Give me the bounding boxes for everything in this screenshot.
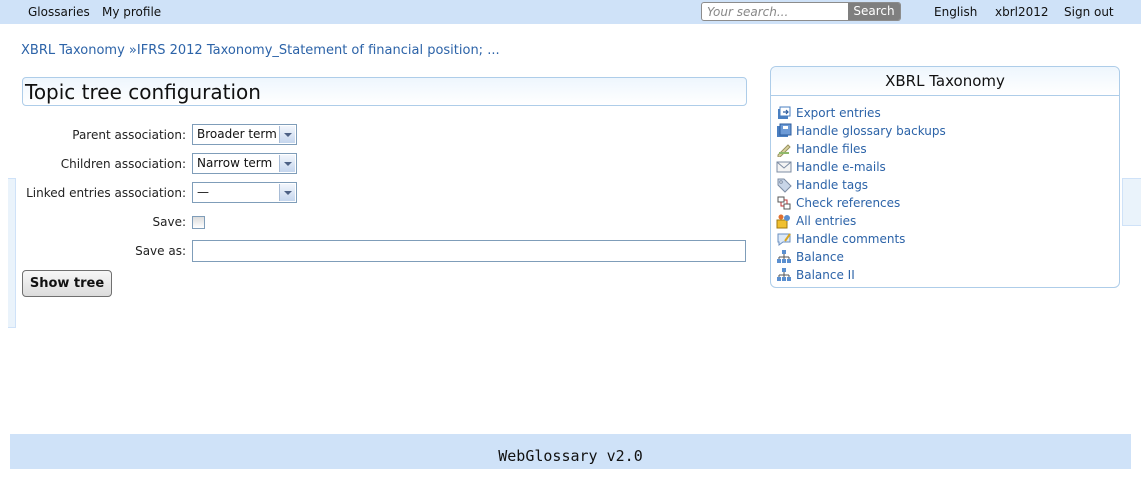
- sidebar-item-label: Handle files: [796, 142, 867, 156]
- nav-glossaries-link[interactable]: Glossaries: [28, 5, 90, 19]
- tree-icon: [777, 250, 791, 263]
- right-edge-strip: [1122, 178, 1141, 226]
- parent-association-label: Parent association:: [72, 128, 186, 142]
- sign-out-link[interactable]: Sign out: [1064, 5, 1114, 19]
- breadcrumb-current-link[interactable]: IFRS 2012 Taxonomy_Statement of financia…: [137, 43, 500, 58]
- save-label: Save:: [152, 215, 187, 229]
- page-title-box: Topic tree configuration: [22, 77, 747, 106]
- chevron-down-icon: [279, 126, 295, 143]
- sidebar-item-label: Export entries: [796, 106, 881, 120]
- nav-my-profile-link[interactable]: My profile: [102, 5, 161, 19]
- save-as-label: Save as:: [135, 244, 186, 258]
- files-icon: [777, 144, 791, 157]
- breadcrumb-separator: »: [124, 43, 137, 58]
- references-icon: [777, 196, 791, 210]
- linked-entries-association-label: Linked entries association:: [26, 186, 186, 200]
- entries-icon: [776, 214, 790, 229]
- sidebar-item-label: All entries: [796, 214, 857, 228]
- mail-icon: [776, 161, 792, 173]
- children-association-select[interactable]: Narrow term: [192, 153, 297, 174]
- parent-association-select[interactable]: Broader term: [192, 124, 297, 145]
- language-link[interactable]: English: [934, 5, 977, 19]
- tree-icon: [777, 268, 791, 281]
- breadcrumb: XBRL Taxonomy »IFRS 2012 Taxonomy_Statem…: [21, 43, 500, 58]
- tag-icon: [777, 178, 792, 193]
- search-box: Search: [701, 2, 901, 21]
- chevron-down-icon: [279, 155, 295, 172]
- comments-icon: [777, 233, 791, 246]
- children-association-value: Narrow term: [197, 156, 273, 170]
- sidebar-item-label: Handle comments: [796, 232, 906, 246]
- left-edge-strip: [8, 178, 16, 328]
- breadcrumb-root-link[interactable]: XBRL Taxonomy: [21, 43, 125, 58]
- sidebar-item-label: Balance: [796, 250, 844, 264]
- parent-association-value: Broader term: [197, 127, 277, 141]
- sidebar-item-label: Handle tags: [796, 178, 869, 192]
- save-as-input[interactable]: [192, 240, 746, 262]
- sidebar-item-label: Check references: [796, 196, 901, 210]
- sidebar-panel: XBRL Taxonomy Export entries Handle glos…: [770, 66, 1120, 288]
- show-tree-button[interactable]: Show tree: [22, 270, 112, 297]
- children-association-label: Children association:: [60, 157, 186, 171]
- footer: WebGlossary v2.0: [10, 434, 1131, 469]
- search-button[interactable]: Search: [848, 3, 900, 20]
- backup-icon: [777, 123, 792, 137]
- sidebar-item-label: Balance II: [796, 268, 855, 282]
- linked-entries-association-value: —: [197, 185, 209, 199]
- sidebar-item-label: Handle e-mails: [796, 160, 886, 174]
- chevron-down-icon: [279, 184, 295, 201]
- top-navigation-bar: Glossaries My profile Search English xbr…: [0, 0, 1141, 24]
- sidebar-title: XBRL Taxonomy: [771, 67, 1119, 96]
- page-title: Topic tree configuration: [25, 80, 261, 104]
- linked-entries-association-select[interactable]: —: [192, 182, 297, 203]
- export-icon: [778, 106, 791, 119]
- save-checkbox[interactable]: [192, 216, 205, 229]
- search-input[interactable]: [702, 3, 851, 20]
- sidebar-item-label: Handle glossary backups: [796, 124, 946, 138]
- user-profile-link[interactable]: xbrl2012: [995, 5, 1049, 19]
